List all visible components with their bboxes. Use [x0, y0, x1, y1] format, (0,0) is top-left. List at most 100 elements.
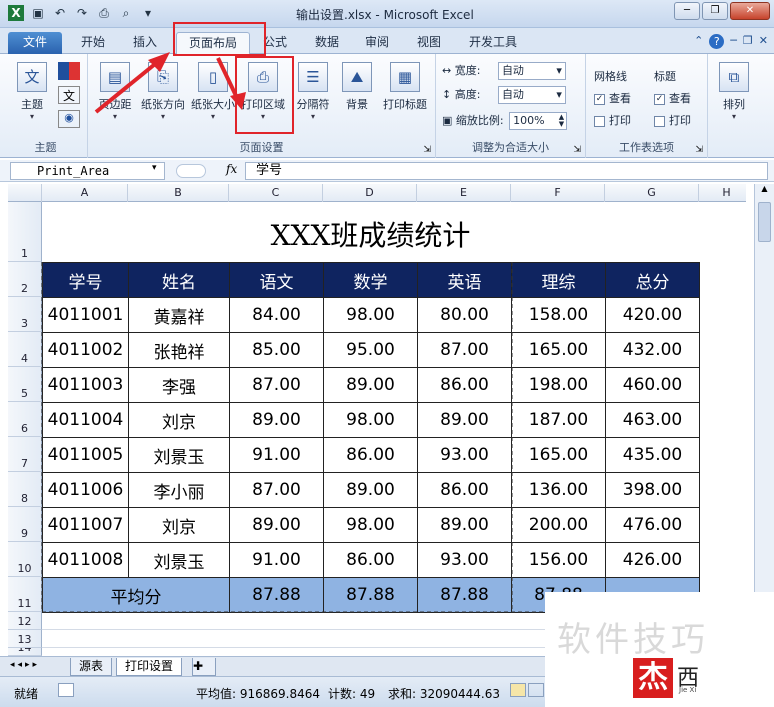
- width-dropdown[interactable]: 自动 ▾: [497, 62, 566, 80]
- scale-spinner[interactable]: 100% ▲ ▼: [509, 112, 568, 130]
- table-cell[interactable]: 86.00: [417, 367, 512, 403]
- row-header[interactable]: 2: [8, 262, 42, 297]
- column-header[interactable]: G: [605, 184, 699, 202]
- tab-data[interactable]: 数据: [304, 32, 350, 54]
- tab-insert[interactable]: 插入: [122, 32, 168, 54]
- name-box[interactable]: Print_Area: [10, 162, 165, 180]
- header-cell[interactable]: 总分: [605, 262, 700, 298]
- sheet-tab-print-settings[interactable]: 打印设置: [116, 658, 183, 676]
- table-cell[interactable]: 刘京: [128, 402, 230, 438]
- tab-home[interactable]: 开始: [70, 32, 116, 54]
- table-cell[interactable]: 165.00: [511, 437, 606, 473]
- table-cell[interactable]: 420.00: [605, 297, 700, 333]
- table-cell[interactable]: 93.00: [417, 542, 512, 578]
- table-cell[interactable]: 刘京: [128, 507, 230, 543]
- themes-button[interactable]: 文 主题 ▾: [12, 60, 52, 126]
- column-header[interactable]: E: [417, 184, 511, 202]
- table-cell[interactable]: 91.00: [229, 437, 324, 473]
- table-cell[interactable]: 4011005: [42, 437, 129, 473]
- help-icon[interactable]: ?: [709, 34, 725, 49]
- tab-file[interactable]: 文件: [8, 32, 62, 54]
- print-icon[interactable]: ⎙: [96, 5, 112, 21]
- sheet-nav-arrows-icon[interactable]: ◂◂▸▸: [10, 660, 40, 670]
- spinner-arrows-icon[interactable]: ▲ ▼: [559, 114, 564, 128]
- table-cell[interactable]: 398.00: [605, 472, 700, 508]
- row-header[interactable]: 4: [8, 332, 42, 367]
- sheet-tab-source[interactable]: 源表: [70, 658, 113, 676]
- theme-fonts-icon[interactable]: 文: [58, 86, 80, 104]
- column-header[interactable]: C: [229, 184, 323, 202]
- page-layout-view-icon[interactable]: [528, 683, 544, 697]
- table-cell[interactable]: 89.00: [229, 402, 324, 438]
- height-dropdown[interactable]: 自动 ▾: [497, 86, 566, 104]
- theme-colors-icon[interactable]: [58, 62, 80, 80]
- column-header[interactable]: D: [323, 184, 417, 202]
- table-cell[interactable]: 李强: [128, 367, 230, 403]
- table-cell[interactable]: 4011002: [42, 332, 129, 368]
- sheet-title-cell[interactable]: XXX班成绩统计: [42, 202, 699, 262]
- table-cell[interactable]: 91.00: [229, 542, 324, 578]
- table-cell[interactable]: 80.00: [417, 297, 512, 333]
- background-button[interactable]: ⛰ 背景: [334, 60, 380, 126]
- table-cell[interactable]: 4011001: [42, 297, 129, 333]
- table-cell[interactable]: 165.00: [511, 332, 606, 368]
- average-label[interactable]: 平均分: [42, 577, 230, 613]
- table-cell[interactable]: 86.00: [323, 542, 418, 578]
- workbook-close-icon[interactable]: ✕: [759, 34, 768, 49]
- save-icon[interactable]: ▣: [30, 5, 46, 21]
- table-cell[interactable]: 89.00: [323, 367, 418, 403]
- vertical-scrollbar[interactable]: ▲: [754, 184, 774, 654]
- table-cell[interactable]: 4011008: [42, 542, 129, 578]
- table-cell[interactable]: 463.00: [605, 402, 700, 438]
- table-cell[interactable]: 84.00: [229, 297, 324, 333]
- row-header[interactable]: 10: [8, 542, 42, 577]
- redo-icon[interactable]: ↷: [74, 5, 90, 21]
- table-cell[interactable]: 460.00: [605, 367, 700, 403]
- table-cell[interactable]: 476.00: [605, 507, 700, 543]
- workbook-restore-icon[interactable]: ❐: [743, 34, 753, 49]
- scroll-up-icon[interactable]: ▲: [755, 184, 774, 200]
- margins-button[interactable]: ▤ 页边距 ▾: [92, 60, 138, 126]
- insert-function-icon[interactable]: fx: [226, 162, 237, 176]
- breaks-button[interactable]: ☰ 分隔符 ▾: [290, 60, 336, 126]
- table-cell[interactable]: 198.00: [511, 367, 606, 403]
- macro-record-icon[interactable]: [58, 683, 74, 697]
- tab-view[interactable]: 视图: [406, 32, 452, 54]
- theme-effects-icon[interactable]: ◉: [58, 110, 80, 128]
- row-header[interactable]: 6: [8, 402, 42, 437]
- column-header[interactable]: H: [699, 184, 755, 202]
- formula-input[interactable]: 学号: [245, 162, 768, 180]
- table-cell[interactable]: 87.00: [417, 332, 512, 368]
- table-cell[interactable]: 黄嘉祥: [128, 297, 230, 333]
- table-cell[interactable]: 刘景玉: [128, 542, 230, 578]
- excel-logo-icon[interactable]: X: [8, 5, 24, 21]
- table-cell[interactable]: 156.00: [511, 542, 606, 578]
- table-cell[interactable]: 4011007: [42, 507, 129, 543]
- minimize-ribbon-icon[interactable]: ⌃: [694, 34, 703, 49]
- table-cell[interactable]: 98.00: [323, 507, 418, 543]
- chevron-down-icon[interactable]: ▾: [152, 163, 157, 173]
- table-cell[interactable]: 4011004: [42, 402, 129, 438]
- row-header[interactable]: 13: [8, 630, 42, 648]
- dialog-launcher-icon[interactable]: ⇲: [573, 145, 581, 155]
- table-cell[interactable]: 89.00: [229, 507, 324, 543]
- column-header[interactable]: B: [128, 184, 229, 202]
- header-cell[interactable]: 英语: [417, 262, 512, 298]
- row-header[interactable]: 1: [8, 202, 42, 262]
- headings-view-checkbox[interactable]: ✓ 查看: [654, 90, 691, 106]
- normal-view-icon[interactable]: [510, 683, 526, 697]
- table-cell[interactable]: 200.00: [511, 507, 606, 543]
- table-cell[interactable]: 89.00: [417, 507, 512, 543]
- dialog-launcher-icon[interactable]: ⇲: [695, 145, 703, 155]
- scroll-thumb[interactable]: [758, 202, 771, 242]
- header-cell[interactable]: 语文: [229, 262, 324, 298]
- average-cell[interactable]: 87.88: [229, 577, 324, 613]
- new-sheet-icon[interactable]: ✚: [192, 658, 216, 676]
- header-cell[interactable]: 数学: [323, 262, 418, 298]
- workbook-minimize-icon[interactable]: ─: [730, 34, 737, 49]
- table-cell[interactable]: 426.00: [605, 542, 700, 578]
- arrange-button[interactable]: ⧉ 排列 ▾: [712, 60, 756, 126]
- row-header[interactable]: 5: [8, 367, 42, 402]
- row-header[interactable]: 14: [8, 648, 42, 656]
- select-all-corner[interactable]: [8, 184, 42, 202]
